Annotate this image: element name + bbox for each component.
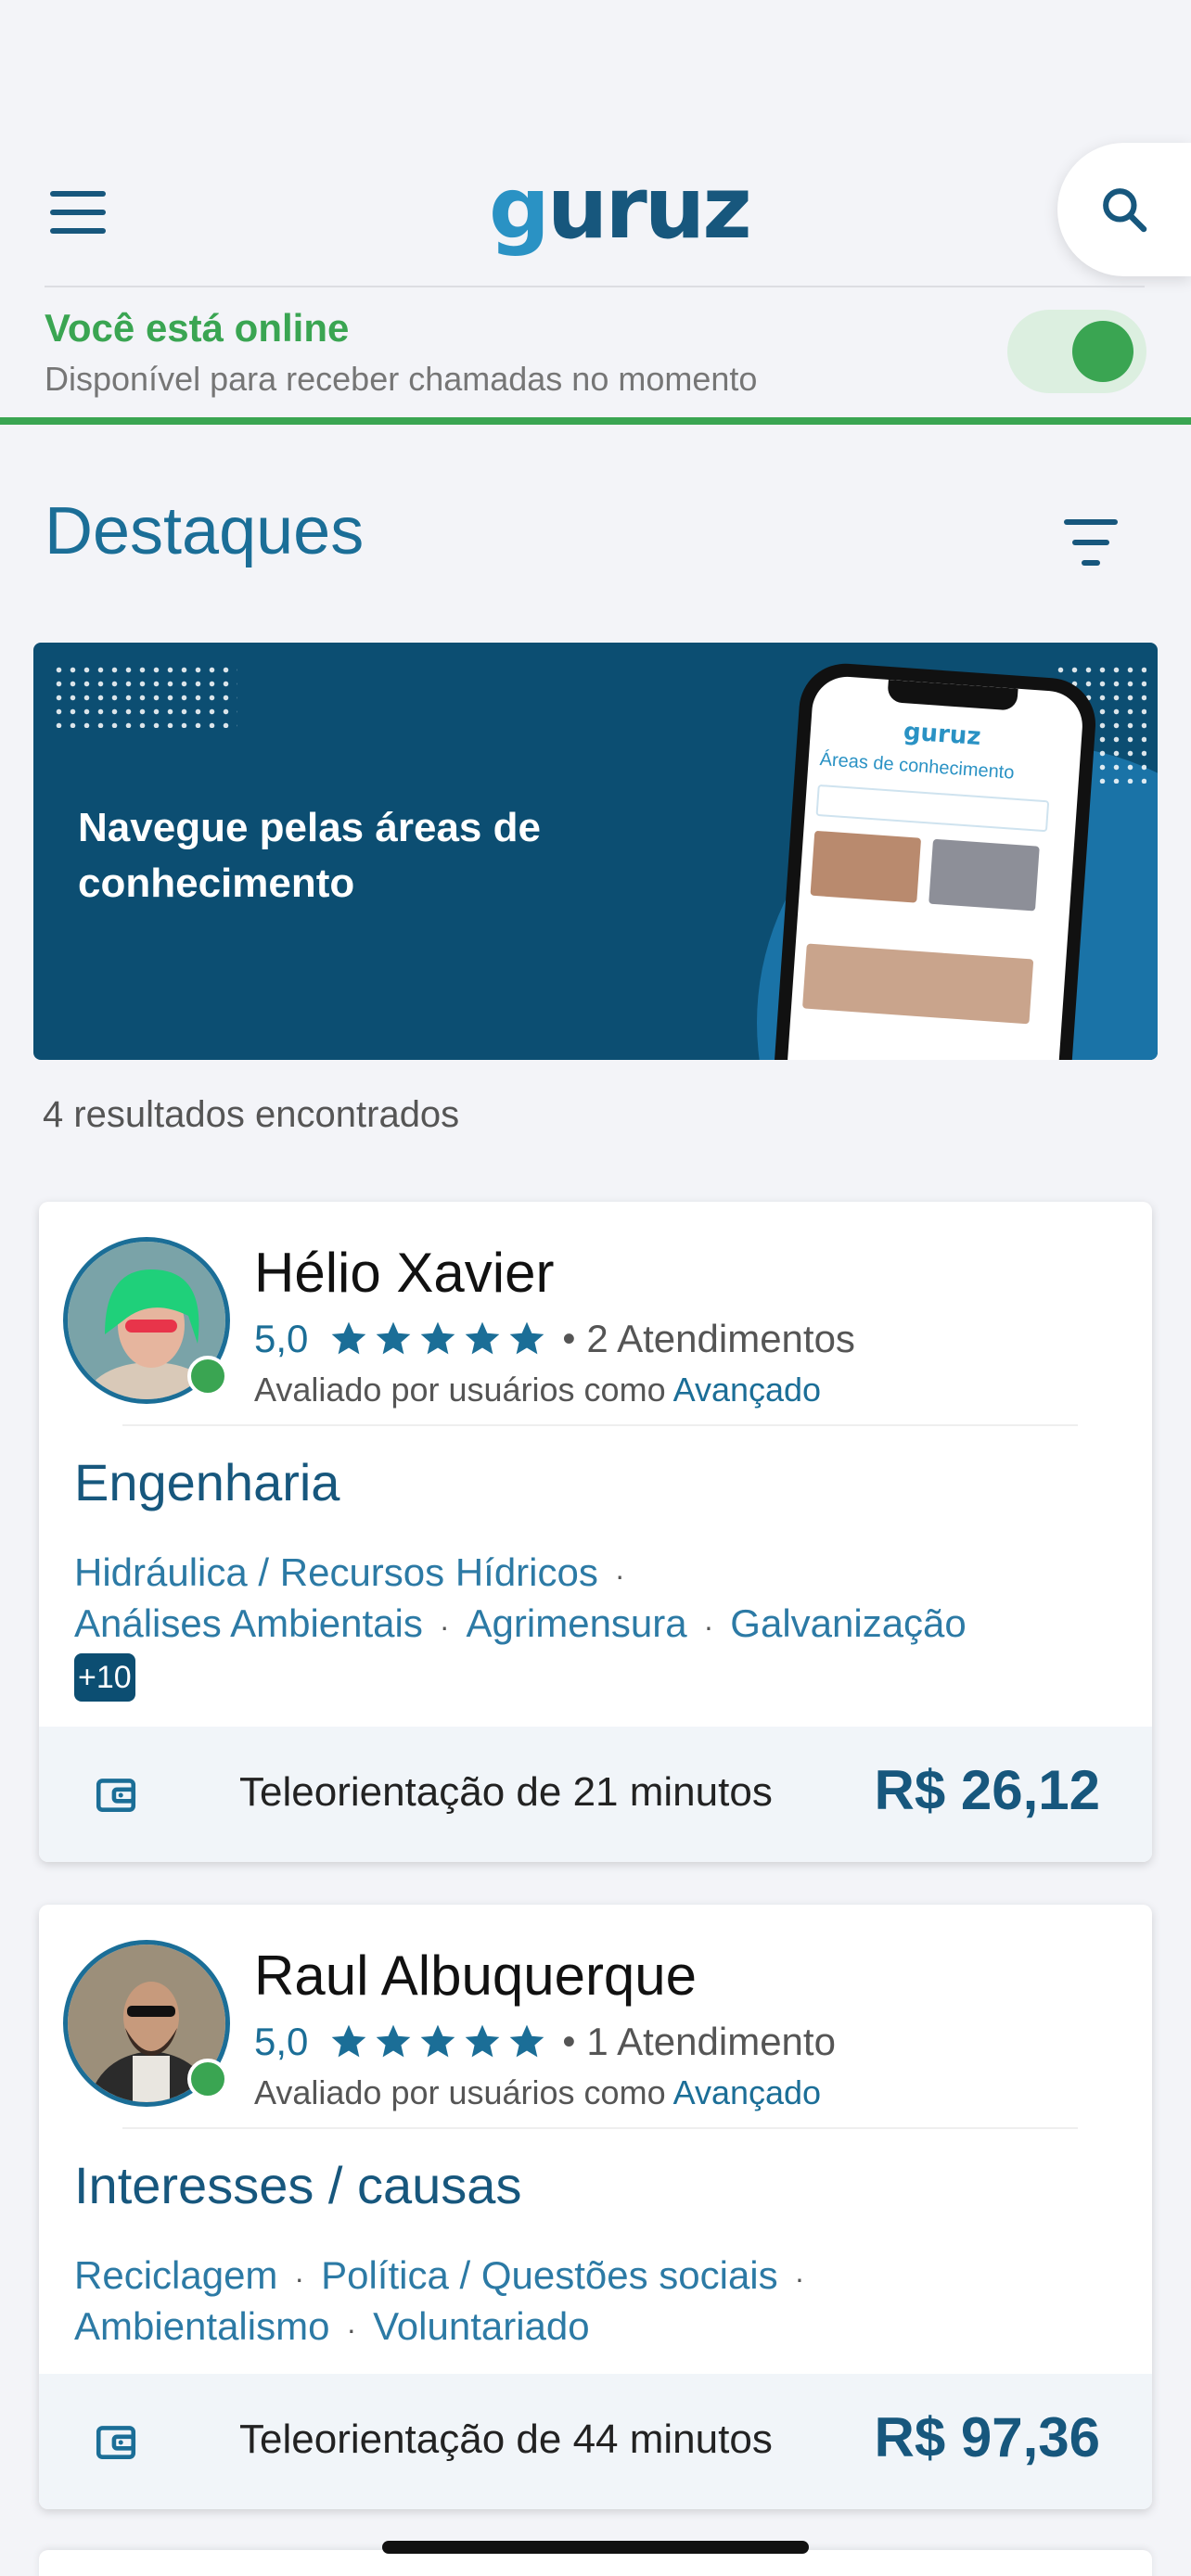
phone-tile	[810, 830, 922, 903]
expert-category: Engenharia	[74, 1453, 340, 1511]
phone-heading: Áreas de conhecimento	[818, 749, 1016, 784]
tag[interactable]: Análises Ambientais	[74, 1601, 423, 1645]
sessions-count: 2 Atendimentos	[586, 1317, 855, 1360]
level-label: Avançado	[672, 2073, 822, 2111]
expert-name: Hélio Xavier	[254, 1242, 555, 1304]
star-icon	[377, 2024, 411, 2058]
separator-dot: ·	[703, 1610, 714, 1643]
online-status-bar: Você está online Disponível para receber…	[0, 297, 1191, 427]
hamburger-menu-icon[interactable]	[50, 191, 106, 234]
online-status-subtitle: Disponível para receber chamadas no mome…	[45, 360, 758, 398]
expert-card[interactable]: Raul Albuquerque 5,0 • 1 Atendimento Ava…	[39, 1905, 1152, 2509]
session-duration: Teleorientação de 44 minutos	[239, 2417, 773, 2462]
evaluated-prefix: Avaliado por usuários como	[254, 2073, 666, 2111]
tag[interactable]: Política / Questões sociais	[321, 2253, 778, 2297]
rating-value: 5,0	[254, 1317, 309, 1360]
evaluated-line: Avaliado por usuários como Avançado	[254, 1371, 821, 1409]
tag[interactable]: Galvanização	[730, 1601, 966, 1645]
tag[interactable]: Reciclagem	[74, 2253, 277, 2297]
session-price: R$ 97,36	[874, 2406, 1100, 2468]
more-tags-badge[interactable]: +10	[74, 1653, 135, 1702]
separator-dot: •	[562, 1318, 576, 1359]
results-count: 4 resultados encontrados	[43, 1094, 460, 1135]
star-icon	[466, 2024, 500, 2058]
card-footer: Teleorientação de 44 minutos R$ 97,36	[39, 2374, 1152, 2509]
tag-list: Hidráulica / Recursos Hídricos · Análises…	[74, 1549, 1122, 1702]
online-status-line	[0, 417, 1191, 425]
separator-dot: ·	[439, 1610, 450, 1643]
search-icon	[1103, 188, 1147, 233]
banner-text: Navegue pelas áreas de conhecimento	[78, 805, 541, 906]
online-toggle[interactable]	[1007, 310, 1146, 393]
phone-illustration: guruz Áreas de conhecimento	[771, 660, 1099, 1060]
online-status-dot	[187, 1356, 228, 1396]
search-button[interactable]	[1057, 143, 1191, 276]
app-logo: guruz	[489, 158, 752, 260]
evaluated-prefix: Avaliado por usuários como	[254, 1371, 666, 1409]
separator-dot: ·	[614, 1559, 625, 1592]
logo-text: uruz	[546, 159, 752, 258]
online-status-dot	[187, 2059, 228, 2099]
star-rating	[328, 2021, 547, 2062]
star-icon	[332, 1321, 366, 1355]
phone-logo: guruz	[902, 718, 982, 752]
card-divider	[122, 2127, 1078, 2129]
star-icon	[332, 2024, 366, 2058]
rating-value: 5,0	[254, 2020, 309, 2063]
expert-category: Interesses / causas	[74, 2156, 522, 2214]
tag[interactable]: Hidráulica / Recursos Hídricos	[74, 1550, 598, 1594]
header-divider	[45, 286, 1145, 287]
wallet-icon	[96, 2426, 136, 2459]
knowledge-areas-banner[interactable]: Navegue pelas áreas de conhecimento guru…	[33, 643, 1158, 1060]
separator-dot: ·	[346, 2313, 357, 2346]
tag-list: Reciclagem · Política / Questões sociais · …	[74, 2251, 1122, 2353]
toggle-knob	[1072, 321, 1133, 382]
level-label: Avançado	[672, 1371, 822, 1409]
star-icon	[421, 1321, 455, 1355]
home-indicator[interactable]	[382, 2541, 809, 2554]
phone-screen: guruz Áreas de conhecimento	[785, 674, 1085, 1060]
wallet-icon	[96, 1779, 136, 1812]
section-title: Destaques	[45, 494, 365, 568]
online-status-title: Você está online	[45, 306, 350, 350]
app-header: guruz	[0, 130, 1191, 287]
filter-icon[interactable]	[1057, 519, 1124, 566]
expert-name: Raul Albuquerque	[254, 1945, 698, 2007]
phone-search-field	[815, 784, 1050, 833]
phone-notch	[887, 679, 1018, 711]
rating-row: 5,0 • 2 Atendimentos	[254, 1315, 855, 1363]
star-icon	[466, 1321, 500, 1355]
tag[interactable]: Agrimensura	[467, 1601, 687, 1645]
expert-card[interactable]: Hélio Xavier 5,0 • 2 Atendimentos Avalia…	[39, 1202, 1152, 1862]
expert-card-peek[interactable]	[39, 2550, 1152, 2576]
star-rating	[328, 1319, 547, 1359]
card-footer: Teleorientação de 21 minutos R$ 26,12	[39, 1727, 1152, 1862]
tag[interactable]: Ambientalismo	[74, 2304, 329, 2348]
star-icon	[510, 2024, 544, 2058]
card-divider	[122, 1424, 1078, 1426]
logo-mark: g	[489, 159, 550, 258]
banner-dots-decoration	[52, 663, 237, 728]
separator-dot: •	[562, 2021, 576, 2062]
rating-row: 5,0 • 1 Atendimento	[254, 2018, 836, 2066]
separator-dot: ·	[794, 2262, 805, 2295]
sessions-count: 1 Atendimento	[586, 2020, 836, 2063]
star-icon	[510, 1321, 544, 1355]
star-icon	[421, 2024, 455, 2058]
star-icon	[377, 1321, 411, 1355]
separator-dot: ·	[294, 2262, 305, 2295]
tag[interactable]: Voluntariado	[373, 2304, 590, 2348]
phone-tile	[801, 943, 1034, 1025]
evaluated-line: Avaliado por usuários como Avançado	[254, 2073, 821, 2112]
session-price: R$ 26,12	[874, 1759, 1100, 1821]
phone-tile	[928, 838, 1040, 912]
session-duration: Teleorientação de 21 minutos	[239, 1769, 773, 1815]
